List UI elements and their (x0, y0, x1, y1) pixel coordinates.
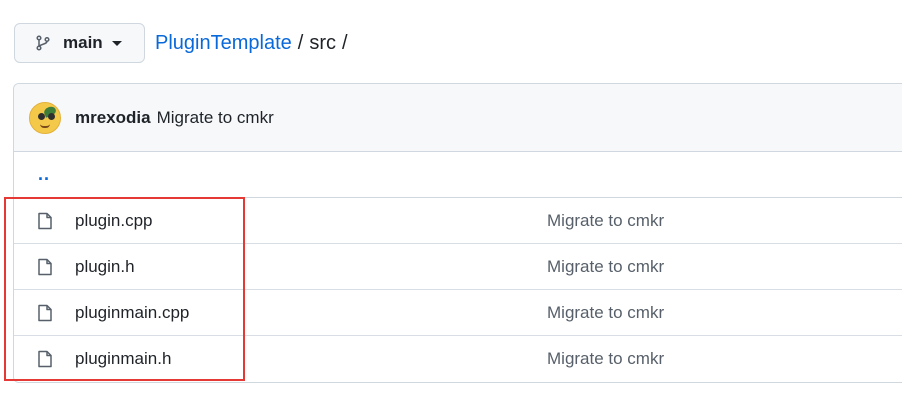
breadcrumb-separator: / (297, 32, 304, 54)
latest-commit-bar: mrexodia Migrate to cmkr (14, 84, 902, 152)
file-commit-message-link[interactable]: Migrate to cmkr (547, 349, 664, 369)
file-row[interactable]: pluginmain.h Migrate to cmkr (14, 336, 902, 382)
file-name-link[interactable]: plugin.h (75, 257, 135, 277)
parent-directory-row[interactable]: .. (14, 152, 902, 198)
file-name-link[interactable]: plugin.cpp (75, 211, 153, 231)
avatar[interactable] (29, 101, 61, 134)
file-commit-message-link[interactable]: Migrate to cmkr (547, 211, 664, 231)
branch-selector-button[interactable]: main (14, 23, 145, 63)
commit-message-link[interactable]: Migrate to cmkr (157, 108, 274, 128)
file-icon (38, 212, 52, 230)
file-name-link[interactable]: pluginmain.h (75, 349, 171, 369)
file-name-link[interactable]: pluginmain.cpp (75, 303, 189, 323)
branch-name: main (63, 33, 103, 52)
file-icon (38, 258, 52, 276)
file-commit-message-link[interactable]: Migrate to cmkr (547, 257, 664, 277)
file-browser: mrexodia Migrate to cmkr .. plugin.cpp M… (13, 83, 902, 383)
file-icon (38, 304, 52, 322)
file-commit-message-link[interactable]: Migrate to cmkr (547, 303, 664, 323)
breadcrumb-repo-link[interactable]: PluginTemplate (155, 32, 292, 55)
parent-directory-link[interactable]: .. (38, 164, 50, 185)
breadcrumb-current-dir: src (309, 32, 336, 54)
file-row[interactable]: plugin.h Migrate to cmkr (14, 244, 902, 290)
breadcrumb-trailing-separator: / (341, 32, 348, 54)
chevron-down-icon (111, 40, 122, 46)
file-icon (38, 350, 52, 368)
git-branch-icon (36, 35, 50, 51)
file-row[interactable]: plugin.cpp Migrate to cmkr (14, 198, 902, 244)
commit-author-link[interactable]: mrexodia (75, 108, 151, 128)
breadcrumb: PluginTemplate / src / (155, 32, 354, 55)
file-row[interactable]: pluginmain.cpp Migrate to cmkr (14, 290, 902, 336)
